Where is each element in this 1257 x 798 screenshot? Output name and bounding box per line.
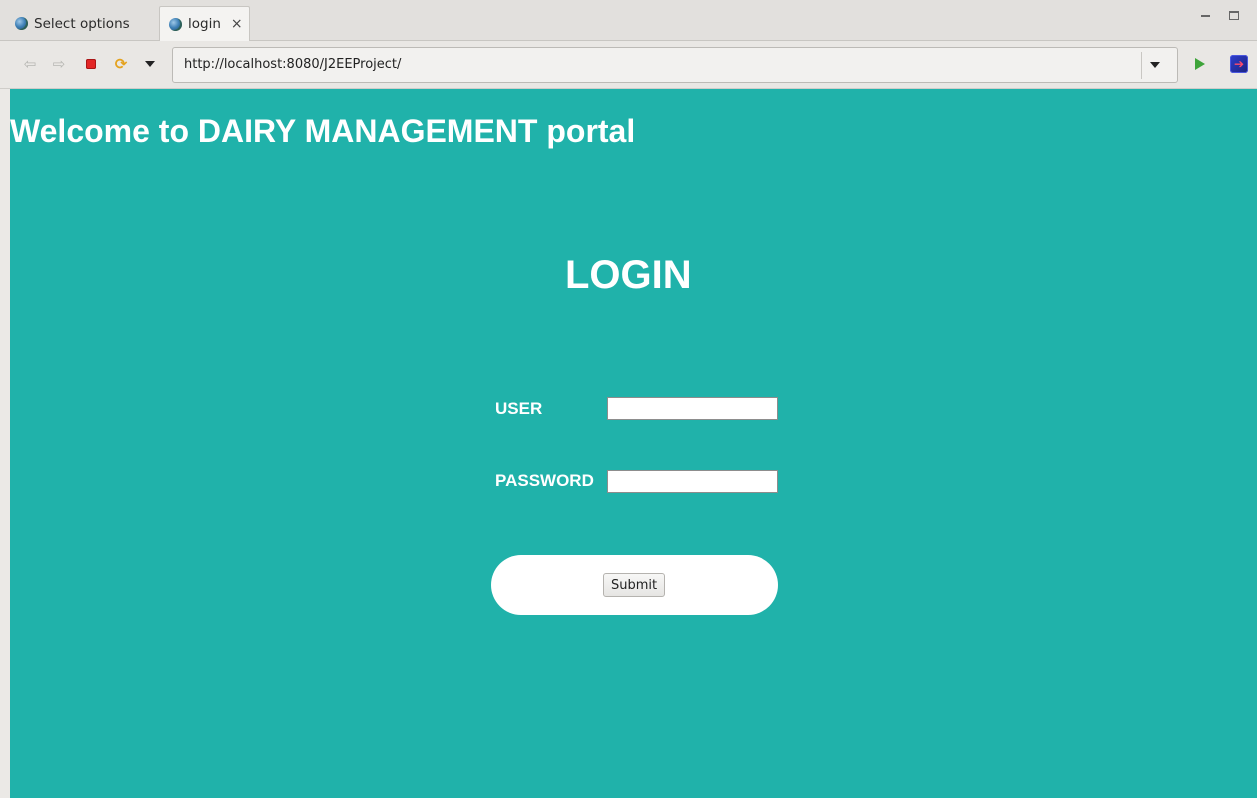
submit-button[interactable]: Submit bbox=[603, 573, 666, 597]
user-label: USER bbox=[495, 399, 543, 418]
minimize-icon[interactable] bbox=[1201, 11, 1210, 17]
dropdown-icon[interactable] bbox=[141, 54, 159, 74]
url-input[interactable]: http://localhost:8080/J2EEProject/ bbox=[184, 57, 401, 72]
go-icon[interactable] bbox=[1191, 54, 1209, 74]
globe-icon bbox=[15, 17, 28, 30]
back-arrow-icon[interactable]: ⇦ bbox=[21, 54, 39, 74]
maximize-icon[interactable] bbox=[1229, 11, 1239, 20]
tab-strip: Select options login × bbox=[0, 0, 1257, 41]
forward-arrow-icon[interactable]: ⇨ bbox=[50, 54, 68, 74]
close-tab-icon[interactable]: × bbox=[231, 16, 243, 32]
password-field[interactable] bbox=[607, 470, 778, 493]
extension-icon[interactable]: ➔ bbox=[1227, 52, 1251, 76]
submit-container: Submit bbox=[491, 555, 778, 615]
browser-toolbar: ⇦ ⇨ ⟳ http://localhost:8080/J2EEProject/… bbox=[0, 41, 1257, 89]
tab-login[interactable]: login × bbox=[159, 6, 250, 41]
globe-icon bbox=[169, 17, 182, 31]
welcome-heading: Welcome to DAIRY MANAGEMENT portal bbox=[10, 113, 636, 149]
user-field[interactable] bbox=[607, 397, 778, 420]
login-title: LOGIN bbox=[565, 253, 692, 297]
password-label: PASSWORD bbox=[495, 471, 594, 490]
tab-label: login bbox=[188, 16, 221, 32]
page-content: Welcome to DAIRY MANAGEMENT portal LOGIN… bbox=[10, 89, 1257, 798]
url-history-dropdown-icon[interactable] bbox=[1150, 62, 1160, 68]
stop-icon[interactable] bbox=[82, 54, 100, 74]
tab-select-options[interactable]: Select options bbox=[4, 6, 154, 41]
refresh-icon[interactable]: ⟳ bbox=[110, 54, 132, 74]
tab-label: Select options bbox=[34, 15, 130, 32]
url-bar[interactable]: http://localhost:8080/J2EEProject/ bbox=[172, 47, 1178, 83]
url-divider bbox=[1141, 52, 1142, 79]
